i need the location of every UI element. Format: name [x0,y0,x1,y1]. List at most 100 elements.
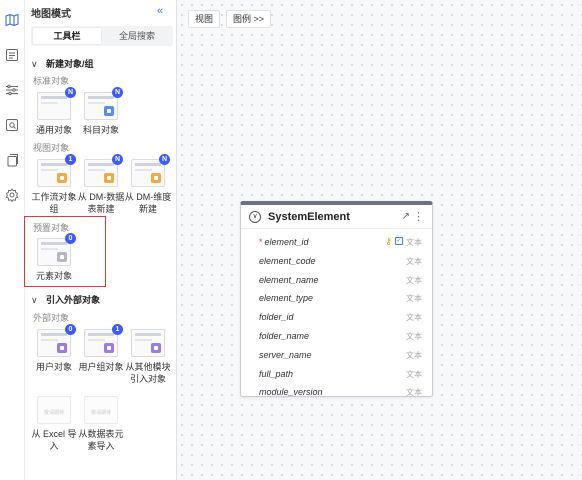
entity-header: ∨ SystemElement ↗ ⋮ [241,205,432,229]
field-name: module_version [259,387,323,397]
list-icon[interactable] [5,48,19,62]
icon-rail [0,0,25,480]
field-name-text: full_path [259,368,294,379]
field-name-text: server_name [259,349,312,360]
key-icon: ⚷ [385,236,392,246]
field-type: 文本 [406,256,422,266]
user-object-item[interactable]: 0 用户对象 [30,324,78,373]
field-row[interactable]: folder_id 文本 [241,309,432,328]
dimension-icon [151,173,161,183]
field-name-text: element_code [259,255,316,266]
field-row[interactable]: folder_name 文本 [241,328,432,347]
tab-toolbar[interactable]: 工具栏 [33,28,101,44]
dm-table-thumbnail: N [84,154,123,187]
chevron-down-icon: ∨ [31,59,38,69]
import-excel-item[interactable]: 敬请期待 从 Excel 导入 [30,396,78,452]
table-element-thumbnail: 敬请期待 [84,396,118,424]
highlight-box [24,216,106,287]
field-row[interactable]: full_path 文本 [241,366,432,385]
other-module-thumbnail [131,329,165,357]
collapse-toggle-icon[interactable]: ∨ [249,211,261,223]
required-marker: * [259,237,263,247]
item-label: 工作流对象组 [31,192,77,214]
general-object-item[interactable]: N 通用对象 [30,87,78,136]
more-icon[interactable]: ⋮ [413,210,424,223]
view-button[interactable]: 视图 [188,10,221,28]
chevron-down-icon: ∨ [31,295,38,305]
item-label: 从 DM-维度新建 [124,192,172,214]
subject-object-thumbnail: N [84,87,123,120]
field-name-text: element_name [259,274,319,285]
field-type: 文本 [406,313,422,323]
checkbox-icon[interactable]: ✓ [395,237,403,245]
dm-dimension-new-item[interactable]: N 从 DM-维度新建 [124,154,172,215]
copy-icon[interactable] [5,153,19,167]
user-object-thumbnail: 0 [37,324,76,357]
field-type: 文本 [406,388,422,398]
field-type: 文本 [406,275,422,285]
collapse-icon[interactable]: « [153,4,167,18]
field-name: * element_id [259,237,309,247]
item-label: 从 DM-数据表新建 [77,192,125,214]
settings-icon[interactable] [5,188,19,202]
list-icon [104,106,114,116]
section-new-object[interactable]: ∨ 新建对象/组 [31,57,94,70]
count-badge: 1 [112,324,123,335]
field-name: folder_name [259,331,309,341]
section-import-external[interactable]: ∨ 引入外部对象 [31,293,100,306]
group-label-standard: 标准对象 [33,76,70,86]
field-row[interactable]: * element_id ⚷ ✓ 文本 [241,234,432,253]
field-name: element_code [259,256,316,266]
user-group-object-item[interactable]: 1 用户组对象 [77,324,125,373]
item-label: 从其他模块引入对象 [125,362,171,384]
user-group-thumbnail: 1 [84,324,123,357]
count-badge: N [159,154,170,165]
count-badge: 1 [65,154,76,165]
coming-soon-text: 敬请期待 [43,410,64,416]
field-name: full_path [259,369,293,379]
workflow-thumbnail: 1 [37,154,76,187]
count-badge: N [112,87,123,98]
panel-title: 地图模式 [31,9,71,20]
count-badge: N [112,154,123,165]
item-label: 从数据表元素导入 [78,429,124,451]
import-table-element-item[interactable]: 敬请期待 从数据表元素导入 [77,396,125,452]
legend-button[interactable]: 图例 >> [226,10,272,28]
user-group-icon [104,343,114,353]
item-label: 科目对象 [82,125,119,135]
map-icon[interactable] [5,13,19,27]
field-type: 文本 [406,238,422,247]
field-row[interactable]: server_name 文本 [241,347,432,366]
item-label: 用户组对象 [78,362,124,372]
field-type: 文本 [406,294,422,304]
import-arrow-icon [151,343,161,353]
section-title: 新建对象/组 [46,59,94,69]
field-name: element_name [259,275,319,285]
import-other-module-item[interactable]: 从其他模块引入对象 [124,329,172,385]
dm-table-new-item[interactable]: N 从 DM-数据表新建 [77,154,125,215]
field-name-text: folder_id [259,312,294,323]
search-doc-icon[interactable] [5,118,19,132]
workflow-object-group-item[interactable]: 1 工作流对象组 [30,154,78,215]
field-name-text: module_version [259,387,323,398]
excel-thumbnail: 敬请期待 [37,396,71,424]
count-badge: N [65,87,76,98]
field-name-text: folder_name [259,331,310,341]
group-label-view: 视图对象 [33,143,70,153]
field-row[interactable]: element_code 文本 [241,253,432,272]
subject-object-item[interactable]: N 科目对象 [77,87,125,136]
item-label: 用户对象 [35,362,72,372]
field-name: folder_id [259,312,294,322]
field-type: 文本 [406,332,422,341]
entity-card[interactable]: ∨ SystemElement ↗ ⋮ * element_id ⚷ ✓ 文本 eleme… [240,201,433,397]
tab-global-search[interactable]: 全局搜索 [103,28,171,44]
field-row[interactable]: element_name 文本 [241,272,432,291]
group-label-external: 外部对象 [33,313,70,323]
item-label: 通用对象 [35,125,72,135]
field-row[interactable]: element_type 文本 [241,290,432,309]
field-row[interactable]: module_version 文本 [241,384,432,403]
sliders-icon[interactable] [5,83,19,97]
field-name: element_type [259,293,313,303]
section-title: 引入外部对象 [46,295,101,305]
open-external-icon[interactable]: ↗ [402,211,410,222]
